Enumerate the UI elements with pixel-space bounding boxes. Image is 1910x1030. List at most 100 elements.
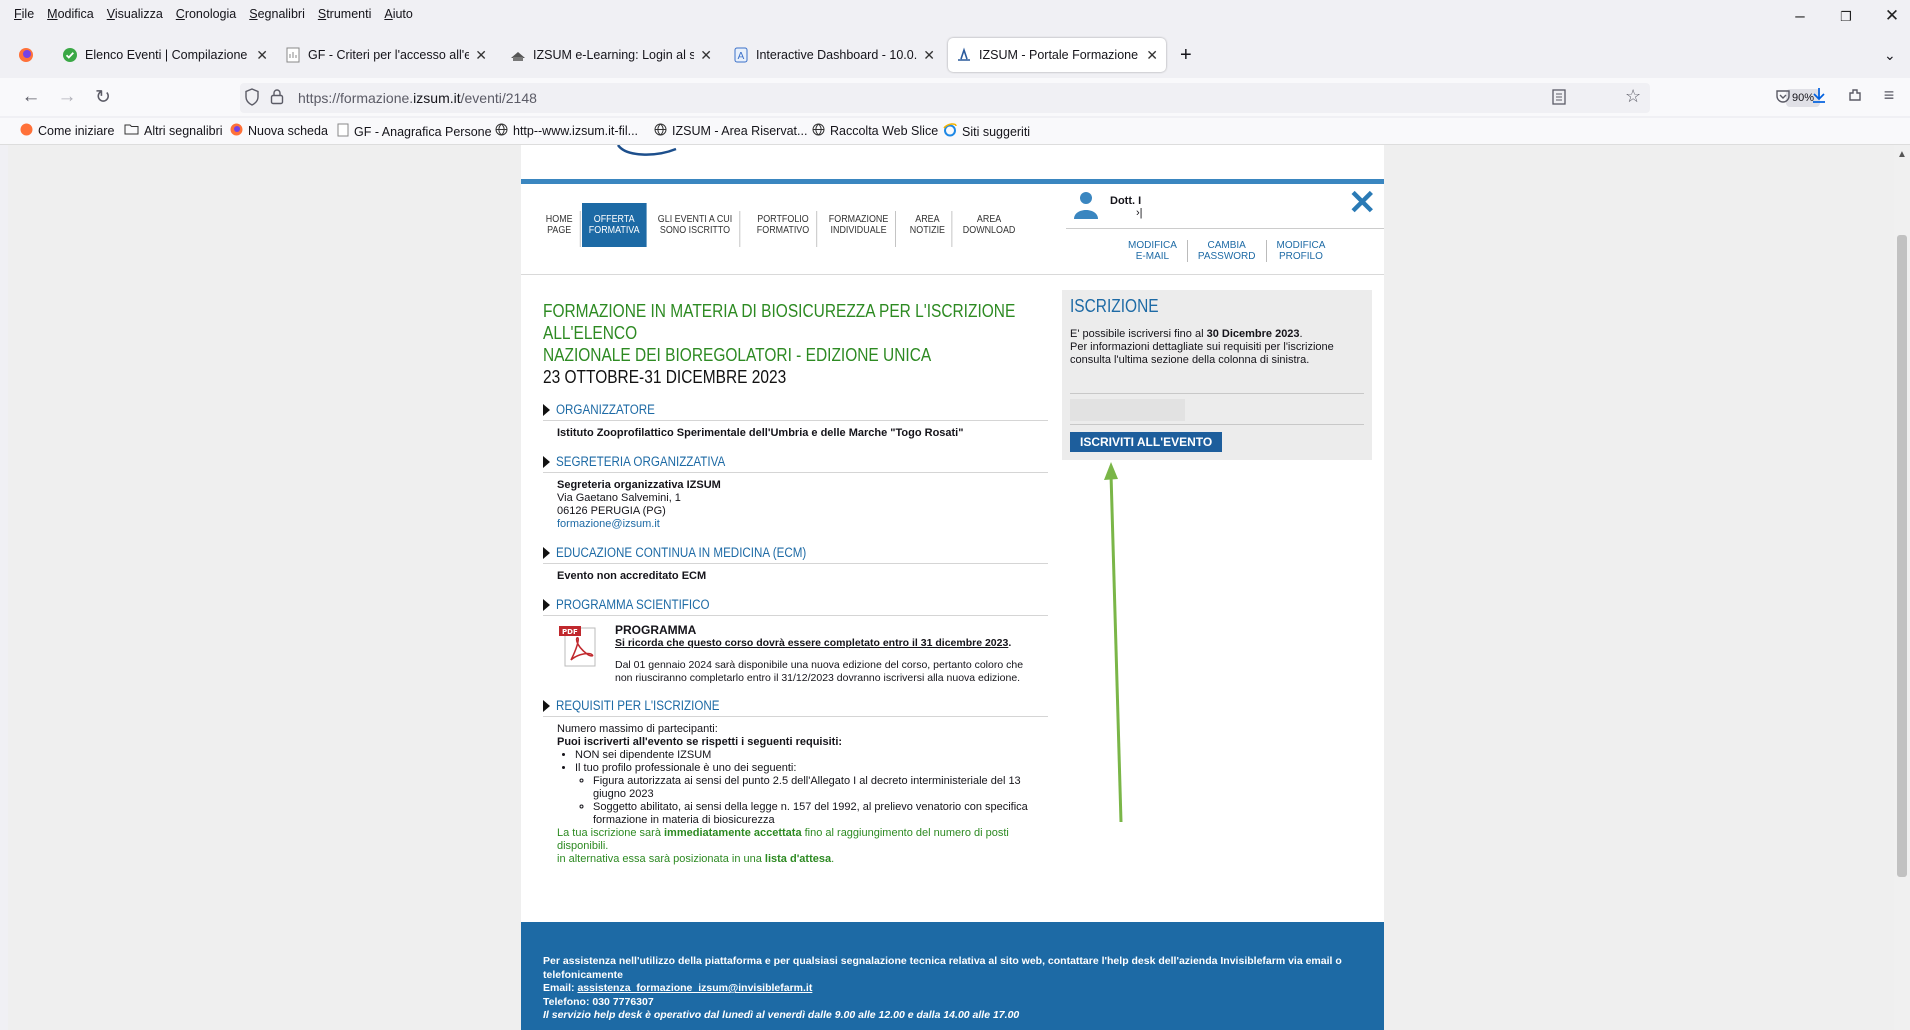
url-bar[interactable]: https://formazione.izsum.it/eventi/2148 … — [240, 83, 1821, 113]
tab-interactive-dashboard[interactable]: A Interactive Dashboard - 10.0.0.1 ✕ — [733, 38, 935, 72]
svg-text:PDF: PDF — [562, 628, 578, 636]
bookmark-altri-segnalibri[interactable]: Altri segnalibri — [124, 123, 223, 138]
iscrizione-info: Per informazioni dettagliate sui requisi… — [1070, 341, 1334, 366]
menu-modifica[interactable]: Modifica — [47, 7, 94, 21]
url-text[interactable]: https://formazione.izsum.it/eventi/2148 — [298, 90, 537, 106]
tab-label: Interactive Dashboard - 10.0.0.1 — [756, 48, 918, 62]
close-tab-icon[interactable]: ✕ — [923, 47, 935, 64]
folder-icon — [124, 123, 139, 138]
navigation-toolbar: ← → ↻ https://formazione.izsum.it/eventi… — [0, 78, 1910, 116]
tab-elenco-eventi[interactable]: Elenco Eventi | Compilazione te ✕ — [62, 38, 268, 72]
scroll-up-icon[interactable]: ▲ — [1897, 149, 1907, 160]
url-domain: izsum.it — [413, 90, 461, 106]
logout-close-icon[interactable]: ✕ — [1348, 183, 1377, 223]
minimize-icon[interactable]: – — [1790, 6, 1810, 26]
list-tabs-button[interactable]: ⌄ — [1884, 38, 1900, 72]
link-label: CAMBIA — [1207, 240, 1246, 251]
section-programma[interactable]: PROGRAMMA SCIENTIFICO — [543, 597, 1048, 616]
bookmarks-toolbar: Come iniziare Altri segnalibri Nuova sch… — [0, 118, 1910, 145]
menu-file[interactable]: File — [14, 7, 34, 21]
nav-eventi-iscritto[interactable]: GLI EVENTI A CUI SONO ISCRITTO — [651, 211, 741, 247]
iscrizione-text-part: . — [1299, 328, 1303, 340]
requirement-subitem: Figura autorizzata ai sensi del punto 2.… — [593, 775, 1048, 801]
close-tab-icon[interactable]: ✕ — [475, 47, 487, 64]
pdf-icon[interactable]: PDF — [557, 624, 603, 668]
programma-title[interactable]: PROGRAMMA — [615, 624, 1035, 637]
tab-elearning-login[interactable]: IZSUM e-Learning: Login al sito ✕ — [510, 38, 712, 72]
bookmark-web-slice[interactable]: Raccolta Web Slice — [812, 123, 938, 139]
new-tab-button[interactable]: + — [1180, 38, 1200, 72]
menu-strumenti[interactable]: Strumenti — [318, 7, 372, 21]
page-scrollbar[interactable]: ▲ — [1894, 145, 1910, 1030]
menu-cronologia[interactable]: Cronologia — [176, 7, 236, 21]
footer-email-link[interactable]: assistenza_formazione_izsum@invisiblefar… — [577, 982, 812, 994]
user-avatar-icon — [1074, 192, 1098, 219]
lock-icon[interactable] — [270, 88, 284, 111]
segreteria-name: Segreteria organizzativa IZSUM — [557, 479, 721, 491]
bookmark-come-iniziare[interactable]: Come iniziare — [20, 123, 114, 139]
downloads-icon[interactable] — [1808, 86, 1830, 110]
footer-hours: Il servizio help desk è operativo dal lu… — [543, 1009, 1020, 1021]
section-organizzatore[interactable]: ORGANIZZATORE — [543, 402, 1048, 421]
back-icon[interactable]: ← — [20, 86, 42, 108]
shield-icon[interactable] — [244, 88, 260, 111]
reload-icon[interactable]: ↻ — [92, 86, 114, 109]
section-segreteria[interactable]: SEGRETERIA ORGANIZZATIVA — [543, 454, 1048, 473]
hamburger-menu-icon[interactable]: ≡ — [1878, 85, 1900, 106]
menu-aiuto[interactable]: Aiuto — [384, 7, 413, 21]
nav-area-download[interactable]: AREA DOWNLOAD — [956, 211, 1022, 247]
nav-offerta-formativa[interactable]: OFFERTA FORMATIVA — [581, 203, 646, 247]
site-navigation: HOME PAGE OFFERTA FORMATIVA GLI EVENTI A C… — [539, 203, 1028, 247]
nav-area-notizie[interactable]: AREA NOTIZIE — [903, 211, 954, 247]
tab-criteri-accesso[interactable]: GF - Criteri per l'accesso all'eve ✕ — [285, 38, 487, 72]
forward-icon[interactable]: → — [56, 86, 78, 108]
moodle-icon — [510, 47, 526, 63]
modifica-profilo-link[interactable]: MODIFICA PROFILO — [1267, 240, 1336, 262]
acceptance-bold: immediatamente accettata — [664, 827, 802, 839]
site-logo[interactable] — [616, 145, 696, 157]
close-tab-icon[interactable]: ✕ — [1146, 47, 1158, 64]
svg-text:A: A — [738, 51, 745, 62]
iscriviti-button[interactable]: ISCRIVITI ALL'EVENTO — [1070, 432, 1223, 452]
reader-view-icon[interactable] — [1552, 89, 1566, 110]
close-window-icon[interactable]: ✕ — [1882, 6, 1902, 26]
nav-portfolio[interactable]: PORTFOLIO FORMATIVO — [750, 211, 817, 247]
bookmark-label: Nuova scheda — [248, 124, 328, 138]
extensions-icon[interactable] — [1844, 87, 1866, 109]
caret-right-icon — [543, 403, 550, 416]
footer-assistance-text: Per assistenza nell'utilizzo della piatt… — [543, 955, 1342, 981]
nav-home[interactable]: HOME PAGE — [539, 211, 581, 247]
menu-segnalibri[interactable]: Segnalibri — [249, 7, 305, 21]
close-tab-icon[interactable]: ✕ — [256, 47, 268, 64]
bookmark-izsum-file[interactable]: http--www.izsum.it-fil... — [495, 123, 638, 139]
tab-portale-formazione[interactable]: IZSUM - Portale Formazione - F ✕ — [948, 38, 1166, 72]
site-footer: Per assistenza nell'utilizzo della piatt… — [521, 922, 1384, 1030]
user-panel: Dott. I ›| ✕ MODIFICA E-MAIL CAMBIA PASSWOR… — [1066, 183, 1384, 263]
dashboard-icon: A — [733, 47, 749, 63]
programma-note-end: . — [1008, 636, 1012, 649]
modifica-email-link[interactable]: MODIFICA E-MAIL — [1118, 240, 1188, 262]
firefox-view-button[interactable] — [18, 38, 40, 72]
section-ecm[interactable]: EDUCAZIONE CONTINUA IN MEDICINA (ECM) — [543, 545, 1048, 564]
restore-icon[interactable]: ❐ — [1836, 9, 1856, 25]
bookmark-label: Siti suggeriti — [962, 124, 1031, 139]
close-tab-icon[interactable]: ✕ — [700, 47, 712, 64]
segreteria-email-link[interactable]: formazione@izsum.it — [557, 518, 1048, 531]
bookmark-label: IZSUM - Area Riservat... — [672, 124, 808, 138]
cambia-password-link[interactable]: CAMBIA PASSWORD — [1188, 240, 1267, 262]
nav-formazione-individuale[interactable]: FORMAZIONE INDIVIDUALE — [822, 211, 897, 247]
caret-right-icon — [543, 699, 550, 712]
pocket-icon[interactable] — [1772, 88, 1794, 109]
bookmark-siti-suggeriti[interactable]: Siti suggeriti — [943, 123, 1030, 140]
bookmark-anagrafica[interactable]: GF - Anagrafica Persone — [337, 123, 492, 140]
acceptance-text: La tua iscrizione sarà — [557, 827, 664, 839]
url-prefix: https://formazione. — [298, 90, 414, 106]
scrollbar-thumb[interactable] — [1897, 235, 1907, 877]
bookmark-area-riservata[interactable]: IZSUM - Area Riservat... — [654, 123, 807, 139]
bookmark-nuova-scheda[interactable]: Nuova scheda — [230, 123, 328, 139]
menu-visualizza[interactable]: Visualizza — [107, 7, 163, 21]
section-requisiti[interactable]: REQUISITI PER L'ISCRIZIONE — [543, 698, 1048, 717]
bookmark-star-icon[interactable]: ☆ — [1625, 86, 1641, 107]
iscrizione-text-part: E' possibile iscriversi fino al — [1070, 328, 1207, 340]
divider — [1066, 228, 1384, 229]
